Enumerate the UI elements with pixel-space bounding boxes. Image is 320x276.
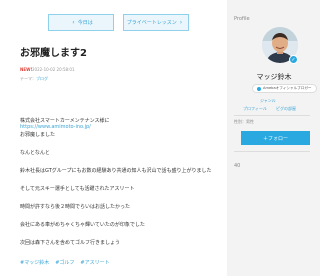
theme-line: テーマ：ブログ (20, 76, 48, 82)
follow-label: ＋フォロー (262, 135, 288, 142)
body-line: 株式会社スマートカーメンテナンス様に (20, 118, 110, 124)
profile-name[interactable]: マッジ鈴木 (240, 72, 308, 82)
checkmark-icon (257, 86, 261, 91)
profile-link[interactable]: プロフィール (243, 106, 267, 112)
prev-article-button[interactable]: ‹ 今日は (48, 14, 114, 31)
pigg-room-link[interactable]: ピグの部屋 (276, 106, 296, 112)
article-column (0, 0, 227, 276)
hashtag-link[interactable]: #アスリート (80, 260, 109, 266)
body-line: お邪魔しました (20, 132, 56, 138)
body-link[interactable]: https://www.amimoto-ino.jp/ (20, 124, 91, 130)
official-blogger-badge[interactable]: Amebaオフィシャルブロガー (252, 84, 317, 93)
theme-link[interactable]: ブログ (36, 76, 48, 81)
body-line: 次回は森下さんを含めてゴルフ行きましょう (20, 240, 121, 246)
official-blogger-label: Amebaオフィシャルブロガー (263, 86, 312, 90)
chevron-left-icon: ‹ (72, 19, 75, 26)
follower-count: 40 (234, 163, 241, 169)
theme-prefix: テーマ： (20, 76, 36, 81)
divider (234, 151, 310, 152)
profile-heading: Profile (234, 16, 250, 22)
divider (234, 115, 310, 116)
checkmark-icon: ✓ (289, 55, 298, 64)
post-date: 2022-10-02 20:58:01 (32, 67, 75, 72)
follow-button[interactable]: ＋フォロー (241, 131, 310, 145)
hashtag-list: #マッジ鈴木 #ゴルフ #アスリート (20, 259, 116, 266)
next-article-label: プライベートレッスン (126, 20, 177, 26)
category-link[interactable]: ジャンル (260, 98, 276, 104)
body-line: 時間が許すなら後２時間でらいはお話したかった (20, 204, 131, 210)
body-line: そして元スキー選手としても活躍されたアスリート (20, 186, 135, 192)
body-line: 鈴木社長はGTグループにもお数の経験あり共通の知人も沢山で話も盛り上がりました (20, 168, 212, 174)
body-line: 会社にある車がめちゃくちゃ輝いていたのが印象でした (20, 222, 145, 228)
prev-article-label: 今日は (77, 20, 93, 26)
article-title: お邪魔します2 (20, 48, 87, 59)
hashtag-link[interactable]: #ゴルフ (55, 260, 74, 266)
next-article-button[interactable]: プライベートレッスン › (123, 14, 189, 31)
body-line: なんとなんと (20, 150, 50, 156)
new-badge: NEW! (20, 67, 33, 72)
hashtag-link[interactable]: #マッジ鈴木 (20, 260, 49, 266)
chevron-right-icon: › (179, 19, 183, 26)
gender-info: 性別：男性 (234, 119, 254, 124)
